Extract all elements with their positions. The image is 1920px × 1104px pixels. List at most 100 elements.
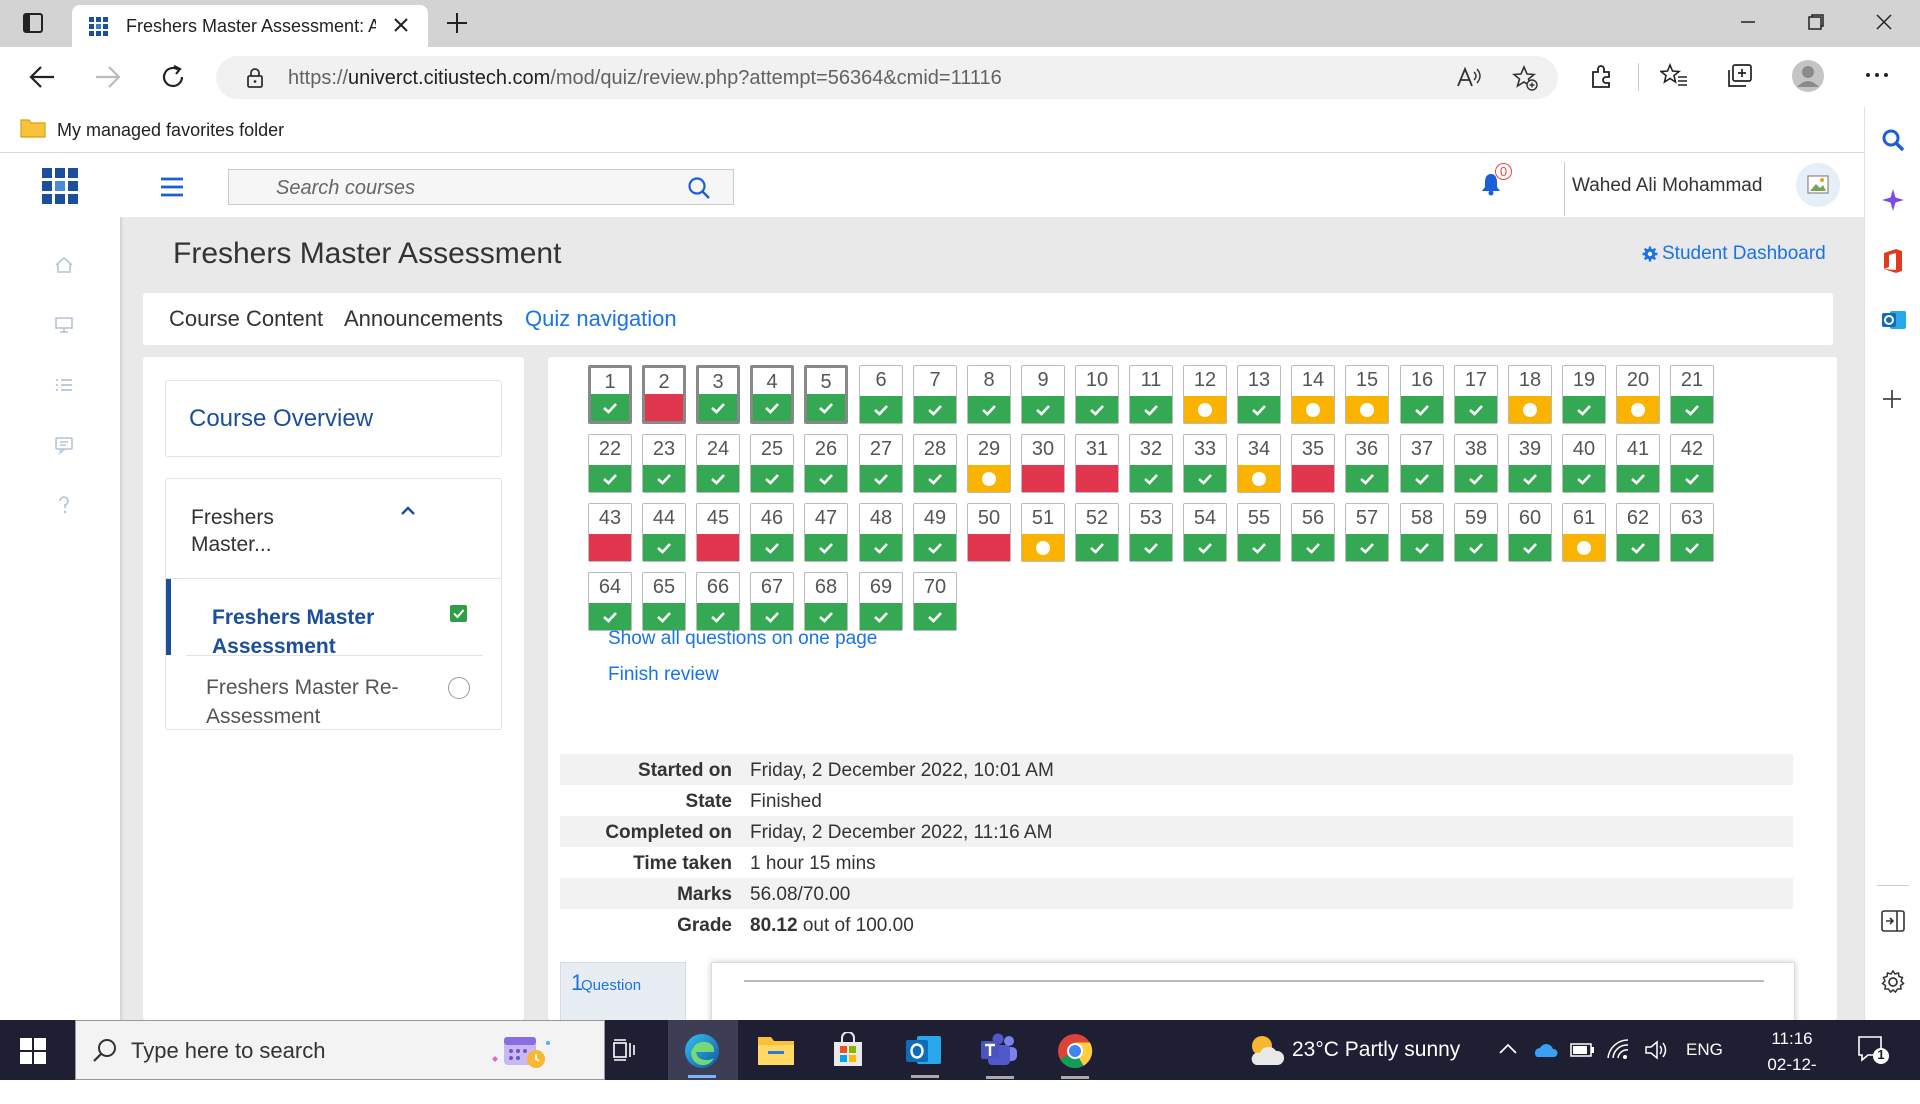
question-button-5[interactable]: 5 (804, 365, 848, 424)
question-button-41[interactable]: 41 (1616, 434, 1660, 493)
activity-item-assessment[interactable]: Freshers Master Assessment (166, 579, 501, 658)
close-tab-icon[interactable] (392, 16, 410, 34)
home-icon[interactable] (54, 255, 74, 275)
activity-item-reassessment[interactable]: Freshers Master Re-Assessment (166, 659, 501, 729)
question-button-62[interactable]: 62 (1616, 503, 1660, 562)
tab-quiz-navigation[interactable]: Quiz navigation (525, 306, 677, 332)
question-button-11[interactable]: 11 (1129, 365, 1173, 424)
question-button-60[interactable]: 60 (1508, 503, 1552, 562)
question-button-63[interactable]: 63 (1670, 503, 1714, 562)
question-button-3[interactable]: 3 (696, 365, 740, 424)
help-icon[interactable] (57, 495, 71, 515)
favorites-icon[interactable] (1660, 63, 1688, 89)
question-button-7[interactable]: 7 (913, 365, 957, 424)
question-button-27[interactable]: 27 (859, 434, 903, 493)
tab-actions-icon[interactable] (22, 12, 44, 34)
question-button-70[interactable]: 70 (913, 572, 957, 631)
site-logo-icon[interactable] (42, 168, 78, 204)
task-view-icon[interactable] (610, 1038, 636, 1062)
chrome-app-icon[interactable] (1057, 1033, 1093, 1079)
hide-sidebar-icon[interactable] (1881, 910, 1905, 932)
question-button-21[interactable]: 21 (1670, 365, 1714, 424)
chevron-up-icon[interactable] (1498, 1042, 1518, 1056)
question-button-2[interactable]: 2 (642, 365, 686, 424)
question-button-24[interactable]: 24 (696, 434, 740, 493)
question-button-45[interactable]: 45 (696, 503, 740, 562)
chevron-up-icon[interactable] (400, 505, 416, 517)
question-button-43[interactable]: 43 (588, 503, 632, 562)
forward-icon[interactable] (94, 64, 122, 90)
question-button-8[interactable]: 8 (967, 365, 1011, 424)
student-dashboard-link[interactable]: Student Dashboard (1642, 243, 1826, 265)
question-button-67[interactable]: 67 (750, 572, 794, 631)
question-button-42[interactable]: 42 (1670, 434, 1714, 493)
question-button-14[interactable]: 14 (1291, 365, 1335, 424)
question-button-65[interactable]: 65 (642, 572, 686, 631)
question-button-39[interactable]: 39 (1508, 434, 1552, 493)
user-name[interactable]: Wahed Ali Mohammad (1572, 175, 1762, 197)
add-icon[interactable] (1881, 388, 1903, 410)
question-button-15[interactable]: 15 (1345, 365, 1389, 424)
extensions-icon[interactable] (1588, 63, 1614, 89)
weather-partly-sunny-icon[interactable] (1246, 1031, 1286, 1069)
office-icon[interactable] (1881, 248, 1905, 274)
question-button-19[interactable]: 19 (1562, 365, 1606, 424)
lock-icon[interactable] (246, 67, 264, 89)
question-button-37[interactable]: 37 (1400, 434, 1444, 493)
question-button-6[interactable]: 6 (859, 365, 903, 424)
onedrive-icon[interactable] (1532, 1042, 1558, 1058)
new-tab-icon[interactable] (444, 10, 470, 36)
question-button-61[interactable]: 61 (1562, 503, 1606, 562)
notification-count-badge[interactable]: 0 (1495, 163, 1512, 180)
question-button-36[interactable]: 36 (1345, 434, 1389, 493)
question-button-12[interactable]: 12 (1183, 365, 1227, 424)
question-button-51[interactable]: 51 (1021, 503, 1065, 562)
question-button-23[interactable]: 23 (642, 434, 686, 493)
add-favorite-icon[interactable] (1512, 65, 1538, 91)
copilot-icon[interactable] (1881, 188, 1905, 212)
profile-icon[interactable] (1791, 59, 1825, 93)
question-button-26[interactable]: 26 (804, 434, 848, 493)
file-explorer-icon[interactable] (757, 1033, 795, 1067)
question-button-1[interactable]: 1 (588, 365, 632, 424)
notification-center-icon[interactable]: 1 (1856, 1034, 1890, 1066)
courses-icon[interactable] (54, 315, 74, 335)
back-icon[interactable] (28, 64, 56, 90)
restore-icon[interactable] (1806, 12, 1826, 32)
question-button-56[interactable]: 56 (1291, 503, 1335, 562)
question-button-29[interactable]: 29 (967, 434, 1011, 493)
teams-app-icon[interactable] (980, 1033, 1018, 1079)
question-button-53[interactable]: 53 (1129, 503, 1173, 562)
question-button-13[interactable]: 13 (1237, 365, 1281, 424)
windows-start-icon[interactable] (20, 1038, 46, 1064)
question-button-28[interactable]: 28 (913, 434, 957, 493)
question-button-58[interactable]: 58 (1400, 503, 1444, 562)
question-button-69[interactable]: 69 (859, 572, 903, 631)
question-button-10[interactable]: 10 (1075, 365, 1119, 424)
menu-icon[interactable] (160, 177, 184, 197)
question-button-50[interactable]: 50 (967, 503, 1011, 562)
question-button-59[interactable]: 59 (1454, 503, 1498, 562)
minimize-icon[interactable] (1738, 12, 1758, 32)
question-button-47[interactable]: 47 (804, 503, 848, 562)
question-button-38[interactable]: 38 (1454, 434, 1498, 493)
section-title[interactable]: Freshers Master... (191, 504, 311, 558)
question-button-32[interactable]: 32 (1129, 434, 1173, 493)
question-button-35[interactable]: 35 (1291, 434, 1335, 493)
question-button-34[interactable]: 34 (1237, 434, 1281, 493)
question-button-9[interactable]: 9 (1021, 365, 1065, 424)
question-button-33[interactable]: 33 (1183, 434, 1227, 493)
question-button-46[interactable]: 46 (750, 503, 794, 562)
tab-announcements[interactable]: Announcements (344, 306, 503, 332)
show-all-questions-link[interactable]: Show all questions on one page (608, 628, 877, 650)
favorites-folder-label[interactable]: My managed favorites folder (57, 120, 284, 141)
url-field[interactable]: https://univerct.citiustech.com/mod/quiz… (216, 56, 1558, 99)
clock[interactable]: 11:16 02-12-2022 (1750, 1026, 1834, 1104)
question-button-22[interactable]: 22 (588, 434, 632, 493)
volume-icon[interactable] (1644, 1039, 1670, 1061)
weather-text[interactable]: 23°C Partly sunny (1292, 1038, 1460, 1062)
question-button-48[interactable]: 48 (859, 503, 903, 562)
close-window-icon[interactable] (1874, 12, 1894, 32)
more-options-icon[interactable] (1865, 72, 1889, 78)
question-button-16[interactable]: 16 (1400, 365, 1444, 424)
